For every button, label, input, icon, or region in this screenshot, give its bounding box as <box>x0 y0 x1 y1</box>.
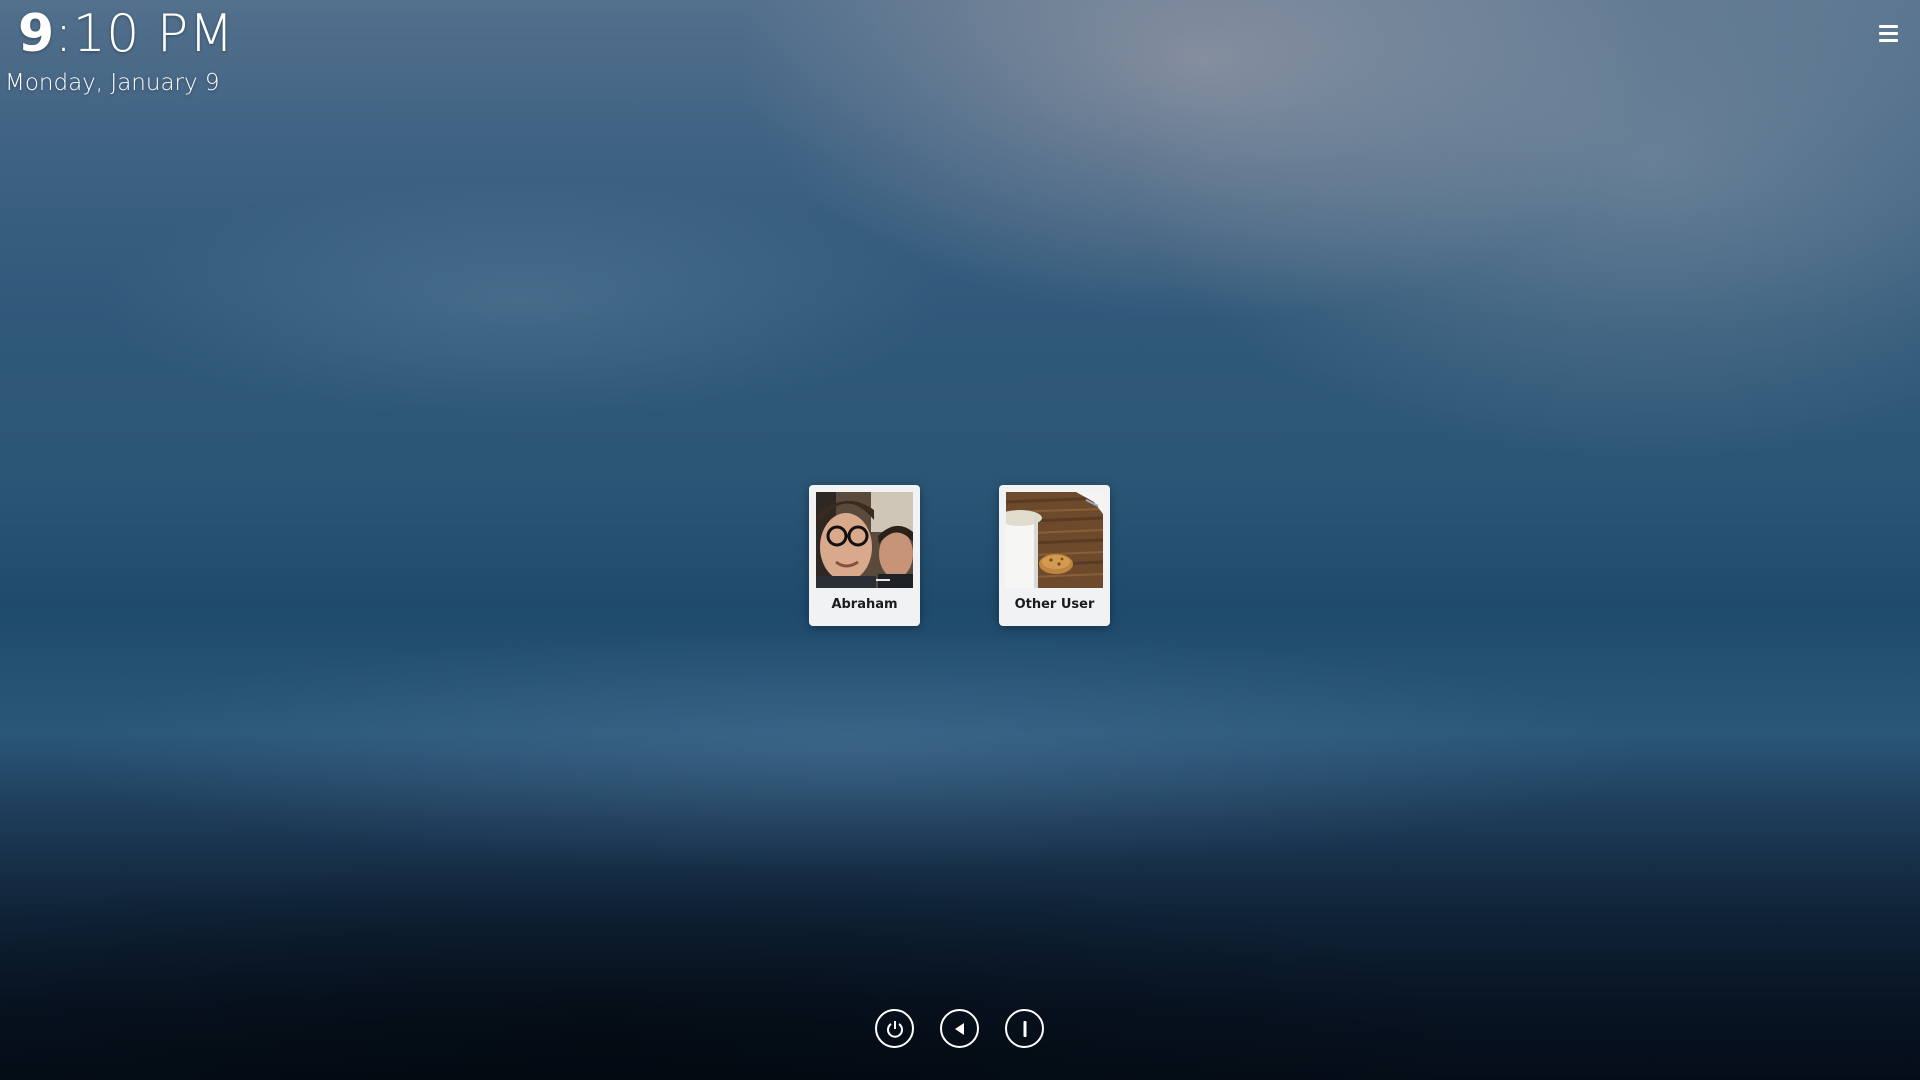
info-button[interactable] <box>1005 1009 1044 1048</box>
clock-minutes: :10 PM <box>54 4 235 64</box>
power-button[interactable] <box>875 1009 914 1048</box>
selfie-photo <box>816 492 913 588</box>
user-tile-abraham[interactable]: Abraham <box>809 485 920 626</box>
hamburger-menu-icon[interactable] <box>1876 20 1902 46</box>
user-name: Other User <box>1014 597 1095 612</box>
coffee-cookie-photo <box>1006 492 1103 588</box>
background-shadow <box>0 0 1920 1080</box>
background-glow <box>0 0 1920 1080</box>
background-glow <box>0 0 1920 1080</box>
info-bar-icon <box>1023 1020 1026 1037</box>
power-icon <box>886 1020 903 1038</box>
menu-bar <box>1879 31 1898 35</box>
clock-hour: 9 <box>18 4 55 64</box>
background-glow <box>0 0 1920 1080</box>
menu-bar <box>1879 38 1898 42</box>
user-avatar <box>1006 492 1103 588</box>
back-button[interactable] <box>940 1009 979 1048</box>
user-name: Abraham <box>831 597 898 612</box>
back-triangle-icon <box>954 1022 964 1035</box>
user-tile-other-user[interactable]: Other User <box>999 485 1110 626</box>
clock: 9:10 PM <box>18 2 234 66</box>
user-avatar <box>816 492 913 588</box>
background-glow <box>0 0 1920 1080</box>
menu-bar <box>1879 24 1898 28</box>
date-label: Monday, January 9 <box>5 70 220 96</box>
